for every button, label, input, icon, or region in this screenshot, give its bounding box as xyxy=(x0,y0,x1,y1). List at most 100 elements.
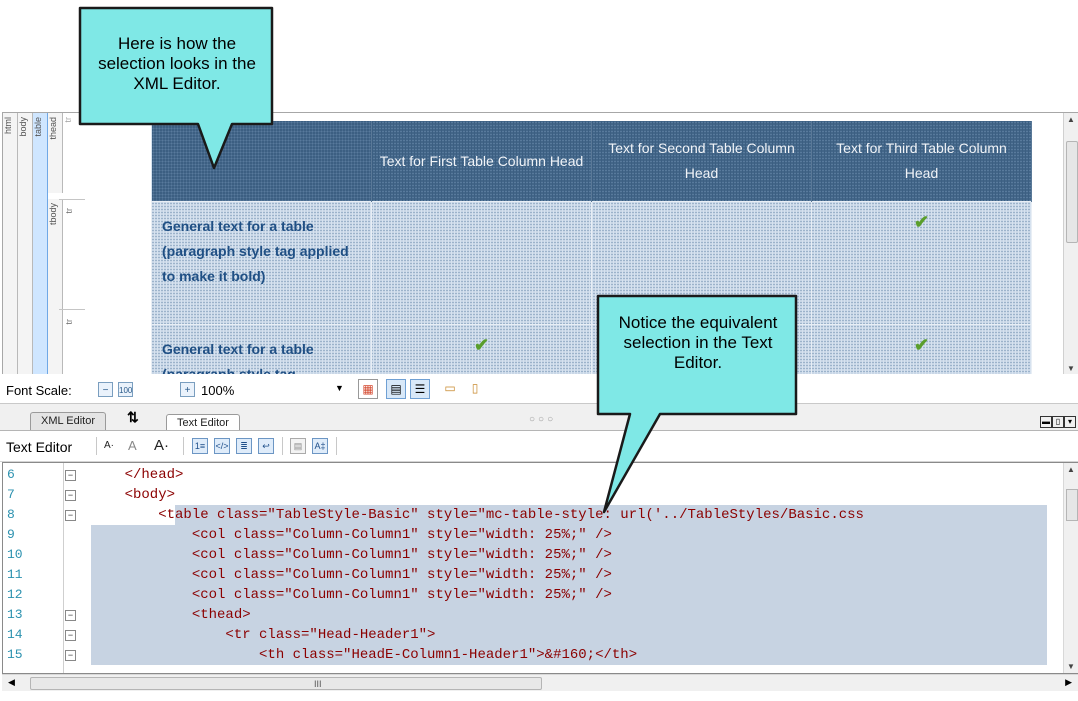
code-text[interactable]: <table class="TableStyle-Basic" style="m… xyxy=(91,505,864,525)
scroll-thumb[interactable] xyxy=(1066,141,1078,243)
table-header-cell[interactable]: Text for Second Table Column Head xyxy=(591,121,812,202)
tag-view-icon[interactable]: </> xyxy=(214,438,230,454)
code-text[interactable]: <col class="Column-Column1" style="width… xyxy=(91,525,612,545)
vertical-ruler-icon[interactable]: ▯ xyxy=(465,379,485,399)
fold-toggle-icon[interactable]: − xyxy=(65,650,76,661)
zoom-out-button[interactable]: − xyxy=(98,382,113,397)
table-cell[interactable]: ✔ xyxy=(811,201,1032,325)
ruler-icon[interactable]: ▭ xyxy=(440,379,460,399)
document-table[interactable]: Text for First Table Column Head Text fo… xyxy=(151,121,1032,375)
table-cell[interactable]: ✔ xyxy=(371,324,592,375)
code-text[interactable]: <col class="Column-Column1" style="width… xyxy=(91,565,612,585)
structure-bar-label: table xyxy=(33,117,43,137)
word-wrap-icon[interactable]: ↩ xyxy=(258,438,274,454)
line-number: 9 xyxy=(7,527,15,542)
editor-tab-strip: XML Editor ⇅ Text Editor ○○○ ▬ ▯ ▾ xyxy=(0,403,1078,432)
restore-icon[interactable]: ▯ xyxy=(1052,416,1064,428)
show-tags-icon[interactable]: ▤ xyxy=(386,379,406,399)
code-line[interactable]: 12 <col class="Column-Column1" style="wi… xyxy=(3,585,1063,605)
grid-view-icon[interactable]: ▦ xyxy=(358,379,378,399)
table-header-cell[interactable]: Text for Third Table Column Head xyxy=(811,121,1032,202)
code-text[interactable]: <tr class="Head-Header1"> xyxy=(91,625,435,645)
fold-toggle-icon[interactable]: − xyxy=(65,490,76,501)
fold-toggle-icon[interactable]: − xyxy=(65,470,76,481)
scroll-up-icon[interactable]: ▲ xyxy=(1067,115,1075,124)
highlight-icon[interactable]: ≣ xyxy=(236,438,252,454)
line-number: 7 xyxy=(7,487,15,502)
line-numbers-icon[interactable]: 1≡ xyxy=(192,438,208,454)
structure-bar-body[interactable]: body xyxy=(18,113,33,375)
code-text[interactable]: </head> xyxy=(91,465,184,485)
row-divider xyxy=(59,309,85,310)
show-structure-icon[interactable]: ☰ xyxy=(410,379,430,399)
code-text[interactable]: <col class="Column-Column1" style="width… xyxy=(91,585,612,605)
code-line[interactable]: 8 − <table class="TableStyle-Basic" style… xyxy=(3,505,1063,525)
structure-bar-label: thead xyxy=(48,117,58,140)
code-line[interactable]: 15 − <th class="HeadE-Column1-Header1">&#… xyxy=(3,645,1063,665)
code-line[interactable]: 7 − <body> xyxy=(3,485,1063,505)
row-divider xyxy=(59,199,85,200)
code-line[interactable]: 6 − </head> xyxy=(3,465,1063,485)
increase-font-icon[interactable]: A· xyxy=(154,437,169,455)
font-size-icon[interactable]: A xyxy=(128,437,137,455)
code-line[interactable]: 14 − <tr class="Head-Header1"> xyxy=(3,625,1063,645)
structure-bar-tr[interactable]: tr xyxy=(63,113,77,193)
structure-bar-html[interactable]: html xyxy=(3,113,18,375)
format-icon[interactable]: A‡ xyxy=(312,438,328,454)
minimize-icon[interactable]: ▬ xyxy=(1040,416,1052,428)
scroll-down-icon[interactable]: ▼ xyxy=(1067,364,1075,373)
table-header-cell[interactable]: Text for First Table Column Head xyxy=(371,121,592,202)
code-text[interactable]: <body> xyxy=(91,485,175,505)
xml-vertical-scrollbar[interactable]: ▲ ▼ xyxy=(1063,113,1078,375)
structure-bar-tbody[interactable]: tbody xyxy=(48,199,63,375)
swap-editors-icon[interactable]: ⇅ xyxy=(127,409,139,426)
scroll-left-icon[interactable]: ◀ xyxy=(8,677,15,688)
table-row: General text for a table (paragraph styl… xyxy=(151,201,1032,325)
structure-bar-label: tbody xyxy=(48,203,58,226)
font-scale-value[interactable]: 100% xyxy=(201,383,234,398)
document-icon[interactable]: ▤ xyxy=(290,438,306,454)
zoom-in-button[interactable]: + xyxy=(180,382,195,397)
xml-editor-pane[interactable]: html body table thead tr tbody tr tr Tex… xyxy=(2,112,1078,375)
tab-xml-editor[interactable]: XML Editor xyxy=(30,412,107,431)
toolbar-separator xyxy=(336,437,337,455)
table-cell[interactable] xyxy=(371,201,592,325)
table-cell[interactable]: ✔ xyxy=(811,324,1032,375)
horizontal-scrollbar[interactable]: ◀ III ▶ xyxy=(2,674,1078,691)
line-number: 14 xyxy=(7,627,23,642)
decrease-font-icon[interactable]: A· xyxy=(104,437,114,455)
text-editor-label: Text Editor xyxy=(6,439,73,455)
fold-toggle-icon[interactable]: − xyxy=(65,510,76,521)
fold-toggle-icon[interactable]: − xyxy=(65,630,76,641)
reset-zoom-icon[interactable]: 100 xyxy=(118,382,133,397)
chevron-down-icon[interactable]: ▼ xyxy=(335,383,344,393)
structure-bars: html body table thead tr tbody tr tr xyxy=(3,113,143,375)
code-vertical-scrollbar[interactable]: ▲ ▼ xyxy=(1063,463,1078,673)
fold-toggle-icon[interactable]: − xyxy=(65,610,76,621)
structure-bar-table[interactable]: table xyxy=(33,113,48,375)
code-line[interactable]: 13 − <thead> xyxy=(3,605,1063,625)
scroll-down-icon[interactable]: ▼ xyxy=(1067,662,1075,671)
scroll-up-icon[interactable]: ▲ xyxy=(1067,465,1075,474)
structure-bar-thead[interactable]: thead xyxy=(48,113,63,193)
code-line[interactable]: 9 <col class="Column-Column1" style="wid… xyxy=(3,525,1063,545)
code-line[interactable]: 10 <col class="Column-Column1" style="wi… xyxy=(3,545,1063,565)
code-editor[interactable]: 6 − </head> 7 − <body> 8 − <table class="Tabl… xyxy=(2,462,1078,674)
table-cell[interactable]: General text for a table (paragraph styl… xyxy=(151,201,372,325)
table-cell[interactable]: General text for a table (paragraph styl… xyxy=(151,324,372,375)
menu-dropdown-icon[interactable]: ▾ xyxy=(1064,416,1076,428)
table-cell[interactable] xyxy=(591,201,812,325)
toolbar-separator xyxy=(96,437,97,455)
scroll-right-icon[interactable]: ▶ xyxy=(1065,677,1072,688)
code-text[interactable]: <col class="Column-Column1" style="width… xyxy=(91,545,612,565)
line-number: 10 xyxy=(7,547,23,562)
code-text[interactable]: <thead> xyxy=(91,605,251,625)
code-text[interactable]: <th class="HeadE-Column1-Header1">&#160;… xyxy=(91,645,637,665)
scroll-thumb[interactable]: III xyxy=(30,677,542,690)
font-scale-bar: Font Scale: − 100 + 100% ▼ ▦ ▤ ☰ ▭ ▯ xyxy=(0,374,1078,402)
splitter-grip-icon[interactable]: ○○○ xyxy=(529,414,556,425)
scroll-thumb[interactable] xyxy=(1066,489,1078,521)
thumb-grip-icon: III xyxy=(314,679,322,689)
table-header-cell[interactable] xyxy=(151,121,372,202)
code-line[interactable]: 11 <col class="Column-Column1" style="wi… xyxy=(3,565,1063,585)
